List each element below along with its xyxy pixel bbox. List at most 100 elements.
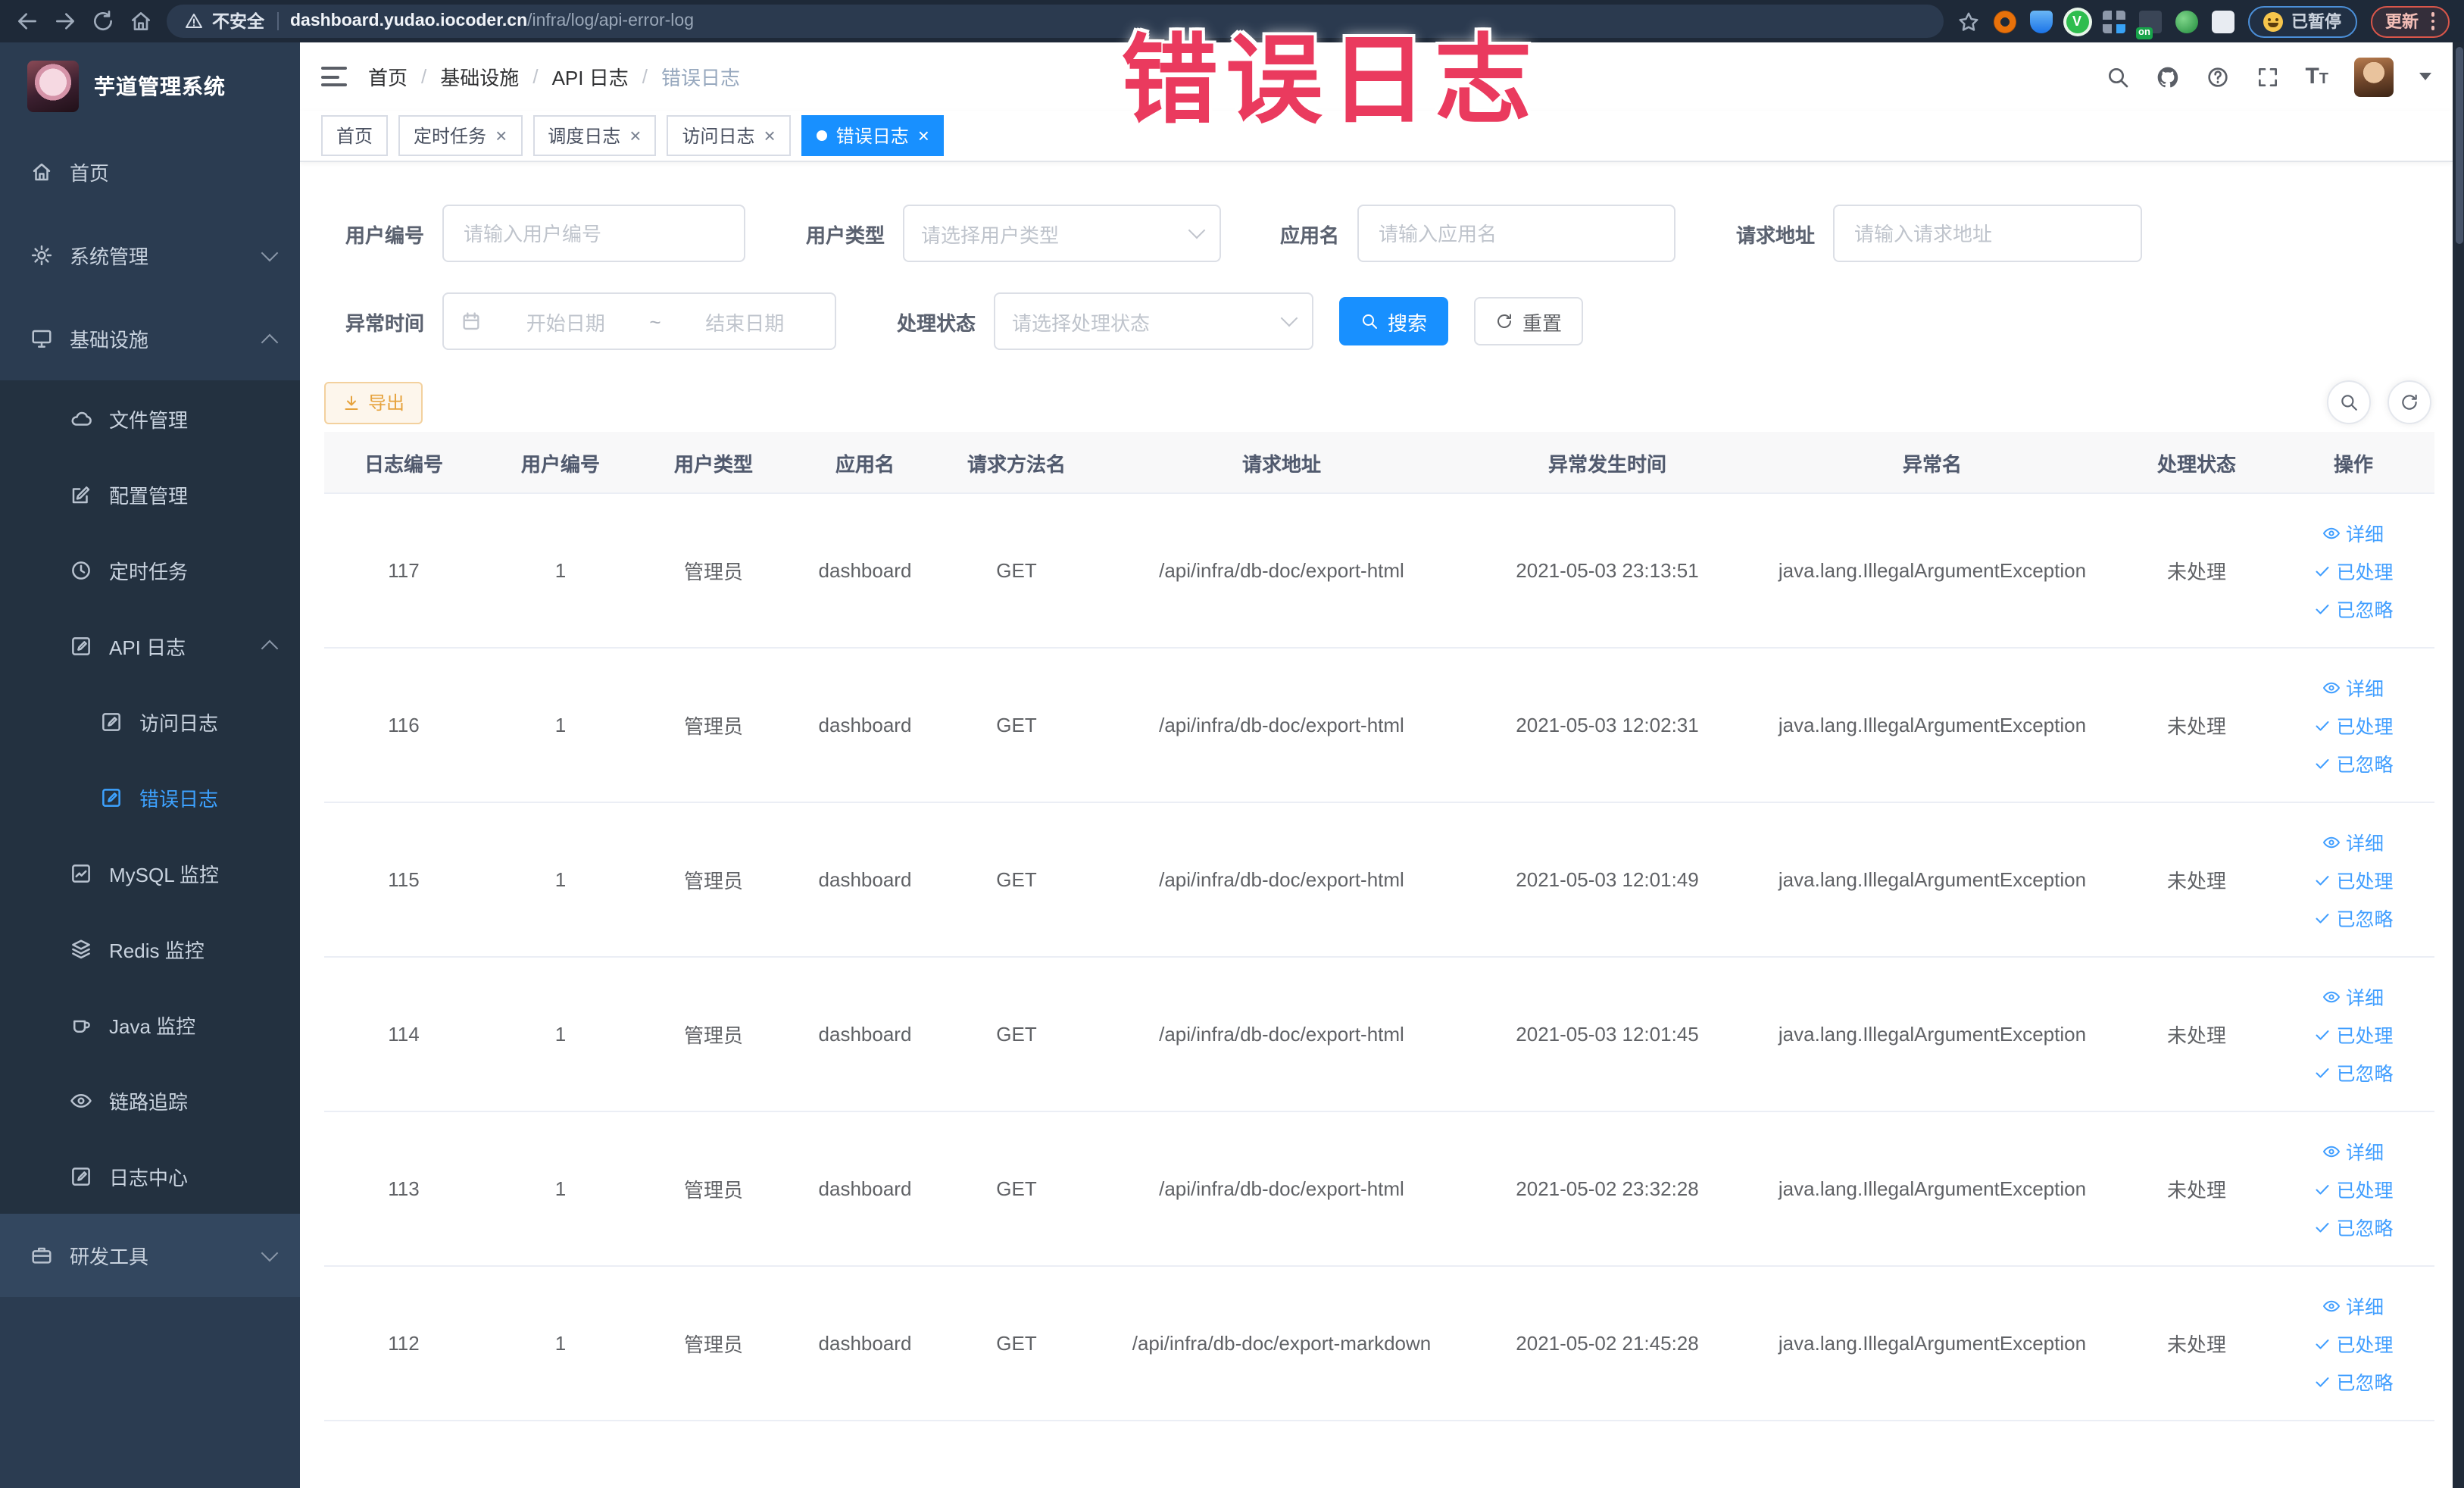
action-ignored[interactable]: 已忽略 (2313, 1212, 2394, 1241)
user-menu-caret-icon[interactable] (2419, 73, 2431, 80)
extension-icon-blue[interactable] (2029, 10, 2052, 33)
address-bar[interactable]: 不安全 dashboard.yudao.iocoder.cn/infra/log… (167, 5, 1943, 38)
cell-app-name: dashboard (818, 714, 912, 736)
sidebar-item-file-management[interactable]: 文件管理 (0, 380, 300, 456)
sidebar-item-trace[interactable]: 链路追踪 (0, 1062, 300, 1138)
cell-exception-name: java.lang.IllegalArgumentException (1778, 1332, 2087, 1355)
app-title: 芋道管理系统 (94, 74, 226, 98)
bookmark-star-icon[interactable] (1957, 10, 1979, 33)
gear-icon (30, 244, 53, 267)
breadcrumb-infrastructure[interactable]: 基础设施 (440, 62, 519, 91)
check-icon (2313, 1218, 2331, 1236)
refresh-button[interactable] (2387, 380, 2431, 424)
sidebar-item-java-monitor[interactable]: Java 监控 (0, 986, 300, 1062)
fullscreen-icon[interactable] (2255, 64, 2279, 89)
close-icon[interactable] (764, 126, 776, 145)
action-ignored[interactable]: 已忽略 (2313, 1058, 2394, 1086)
font-size-icon[interactable] (2305, 65, 2328, 88)
extension-icon-orange[interactable] (1993, 10, 2016, 33)
process-status-select[interactable]: 请选择处理状态 (994, 292, 1313, 350)
action-ignored[interactable]: 已忽略 (2313, 594, 2394, 623)
tab-access-logs[interactable]: 访问日志 (667, 115, 791, 156)
breadcrumb-home[interactable]: 首页 (368, 62, 408, 91)
sidebar-item-scheduled-tasks[interactable]: 定时任务 (0, 532, 300, 608)
action-processed[interactable]: 已处理 (2313, 556, 2394, 585)
close-icon[interactable] (629, 126, 641, 145)
sidebar-item-access-logs[interactable]: 访问日志 (0, 683, 300, 759)
action-detail[interactable]: 详细 (2323, 982, 2384, 1011)
action-ignored[interactable]: 已忽略 (2313, 1367, 2394, 1396)
request-url-input[interactable] (1851, 220, 2124, 246)
close-icon[interactable] (495, 126, 507, 145)
tab-scheduled-tasks[interactable]: 定时任务 (398, 115, 523, 156)
sidebar-item-system-management[interactable]: 系统管理 (0, 214, 300, 297)
extensions-puzzle-icon[interactable] (2211, 10, 2234, 33)
sidebar-item-redis-monitor[interactable]: Redis 监控 (0, 911, 300, 986)
sidebar-item-mysql-monitor[interactable]: MySQL 监控 (0, 835, 300, 911)
extension-icon-switch[interactable]: on (2135, 10, 2161, 39)
search-button[interactable]: 搜索 (1339, 297, 1449, 345)
browser-reload-icon[interactable] (91, 9, 115, 33)
browser-forward-icon[interactable] (53, 9, 77, 33)
sidebar-item-home[interactable]: 首页 (0, 130, 300, 214)
sidebar-item-infrastructure[interactable]: 基础设施 (0, 297, 300, 380)
sidebar-item-dev-tools[interactable]: 研发工具 (0, 1214, 300, 1297)
sidebar-item-config-management[interactable]: 配置管理 (0, 456, 300, 532)
action-detail[interactable]: 详细 (2323, 1136, 2384, 1165)
edit-square-icon (100, 710, 123, 733)
action-ignored[interactable]: 已忽略 (2313, 749, 2394, 777)
action-detail[interactable]: 详细 (2323, 673, 2384, 702)
app-name-input[interactable] (1376, 220, 1657, 246)
action-processed[interactable]: 已处理 (2313, 1174, 2394, 1203)
help-icon[interactable] (2205, 64, 2229, 89)
request-url-field[interactable] (1833, 205, 2142, 262)
search-icon[interactable] (2105, 64, 2129, 89)
extension-icon-grid[interactable] (2102, 10, 2125, 33)
sidebar-item-log-center[interactable]: 日志中心 (0, 1138, 300, 1214)
emoji-face-icon (2263, 11, 2282, 31)
user-id-input[interactable] (461, 220, 727, 246)
action-processed[interactable]: 已处理 (2313, 1329, 2394, 1358)
action-ignored[interactable]: 已忽略 (2313, 903, 2394, 932)
action-processed[interactable]: 已处理 (2313, 711, 2394, 739)
tab-error-logs[interactable]: 错误日志 (801, 115, 945, 156)
security-indicator[interactable]: 不安全 (185, 9, 264, 33)
export-button[interactable]: 导出 (324, 381, 423, 424)
tab-schedule-logs[interactable]: 调度日志 (532, 115, 657, 156)
user-type-select[interactable]: 请选择用户类型 (903, 205, 1221, 262)
app-name-field[interactable] (1357, 205, 1675, 262)
app-logo[interactable]: 芋道管理系统 (0, 42, 300, 130)
action-detail[interactable]: 详细 (2323, 1291, 2384, 1320)
cell-exception-name: java.lang.IllegalArgumentException (1778, 559, 2087, 582)
action-detail[interactable]: 详细 (2323, 518, 2384, 547)
action-processed[interactable]: 已处理 (2313, 865, 2394, 894)
extension-icon-green-v[interactable]: V (2066, 10, 2088, 33)
sidebar-toggle-icon[interactable] (321, 67, 347, 86)
breadcrumb-api-logs[interactable]: API 日志 (552, 62, 629, 91)
tab-home[interactable]: 首页 (321, 115, 389, 156)
update-button[interactable]: 更新 (2370, 5, 2450, 37)
user-avatar[interactable] (2354, 57, 2394, 96)
close-icon[interactable] (918, 126, 929, 145)
paused-chip[interactable]: 已暂停 (2247, 5, 2356, 37)
scrollbar-thumb[interactable] (2455, 47, 2462, 244)
extension-icon-leaf[interactable] (2175, 10, 2197, 33)
action-processed[interactable]: 已处理 (2313, 1020, 2394, 1049)
security-label: 不安全 (212, 14, 264, 32)
github-icon[interactable] (2155, 64, 2179, 89)
toggle-search-button[interactable] (2327, 380, 2371, 424)
user-id-field[interactable] (442, 205, 745, 262)
date-range-picker[interactable]: 开始日期 ~ 结束日期 (442, 292, 836, 350)
browser-home-icon[interactable] (129, 9, 153, 33)
sidebar-item-error-logs[interactable]: 错误日志 (0, 759, 300, 835)
sidebar-item-api-logs[interactable]: API 日志 (0, 608, 300, 683)
table-row: 115 1 管理员 dashboard GET /api/infra/db-do… (324, 803, 2434, 958)
reset-button[interactable]: 重置 (1474, 297, 1584, 345)
browser-menu-icon[interactable] (2431, 12, 2434, 30)
page-scrollbar[interactable] (2453, 42, 2464, 1488)
browser-back-icon[interactable] (15, 9, 39, 33)
divider (276, 12, 278, 30)
cell-actions: 详细 已处理 已忽略 (2272, 982, 2434, 1086)
action-detail[interactable]: 详细 (2323, 827, 2384, 856)
cell-user-id: 1 (554, 868, 567, 891)
